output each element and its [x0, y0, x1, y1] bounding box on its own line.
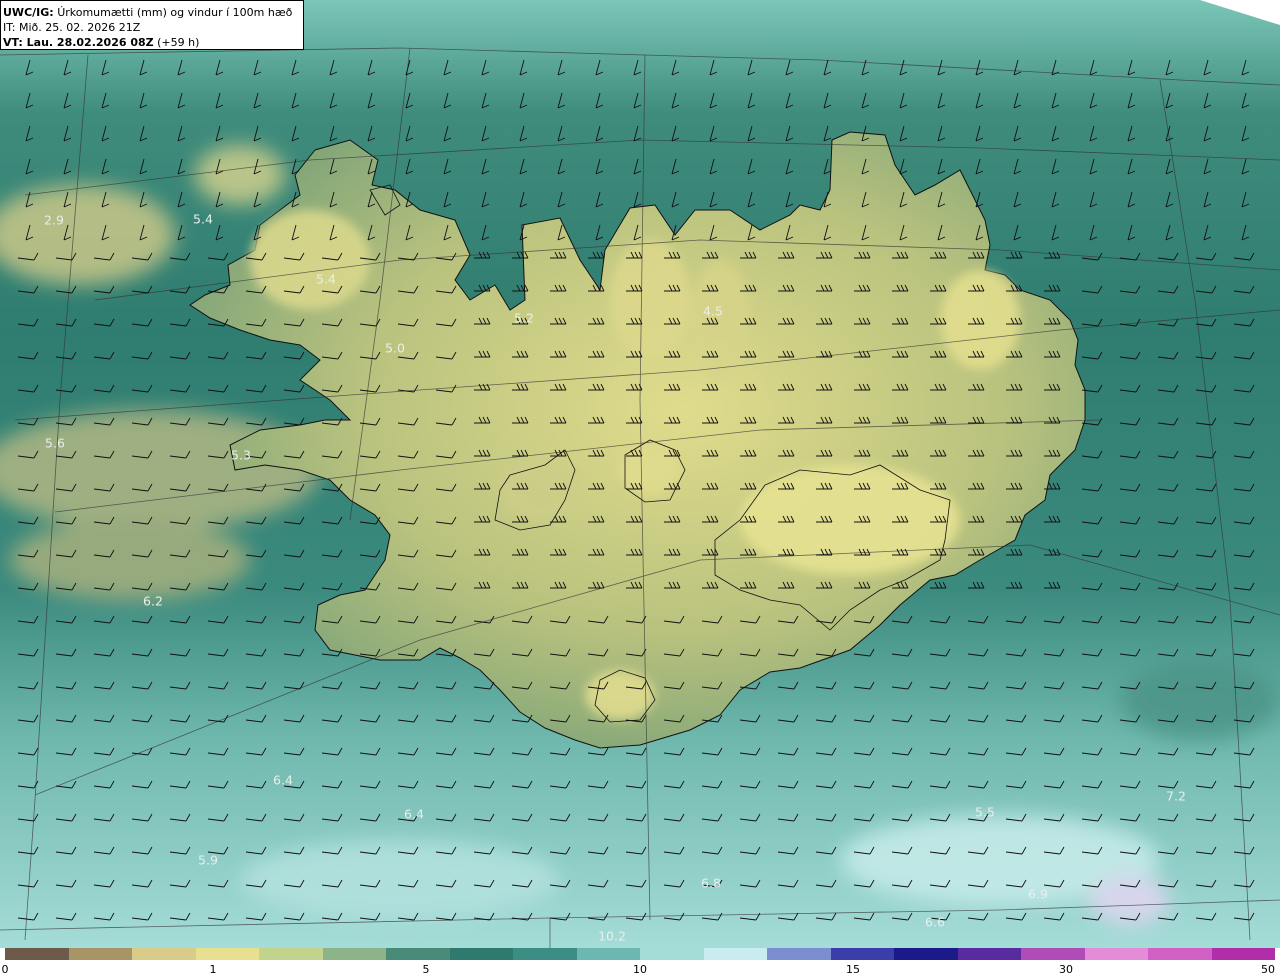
colorbar-tick: 50: [1261, 963, 1275, 976]
precip-value-label: 2.9: [44, 212, 64, 228]
colorbar-segment: [259, 948, 323, 960]
colorbar-tick: 5: [422, 963, 430, 976]
colorbar: 0 1 5 10 15 30 50: [0, 948, 1280, 978]
colorbar-segment: [195, 948, 259, 960]
precip-value-label: 6.4: [404, 806, 424, 822]
colorbar-strip: [5, 948, 1275, 960]
map-info-box: UWC/IG: Úrkomumætti (mm) og vindur í 100…: [0, 0, 304, 50]
colorbar-segment: [894, 948, 958, 960]
precip-value-label: 5.5: [975, 804, 995, 820]
precip-value-label: 6.2: [143, 593, 163, 609]
colorbar-segment: [830, 948, 894, 960]
precip-value-label: 5.4: [193, 211, 213, 227]
precip-value-label: 5.0: [385, 340, 405, 356]
colorbar-segment: [449, 948, 513, 960]
precip-value-label: 5.6: [45, 435, 65, 451]
init-time: IT: Mið. 25. 02. 2026 21Z: [3, 21, 141, 34]
colorbar-segment: [576, 948, 640, 960]
colorbar-segment: [1021, 948, 1085, 960]
precip-value-label: 6.9: [1028, 886, 1048, 902]
colorbar-segment: [1211, 948, 1275, 960]
colorbar-segment: [68, 948, 132, 960]
map-canvas: [0, 0, 1280, 948]
colorbar-segment: [1148, 948, 1212, 960]
valid-time: VT: Lau. 28.02.2026 08Z: [3, 36, 154, 49]
precip-value-label: 7.2: [1166, 788, 1186, 804]
precip-value-label: 5.9: [198, 852, 218, 868]
lead-time: (+59 h): [157, 36, 200, 49]
precip-value-label: 10.2: [598, 928, 626, 944]
precip-value-label: 5.2: [514, 310, 534, 326]
colorbar-segment: [703, 948, 767, 960]
colorbar-tick: 0: [1, 963, 9, 976]
colorbar-segment: [957, 948, 1021, 960]
colorbar-tick: 15: [846, 963, 860, 976]
precip-value-label: 6.6: [925, 914, 945, 930]
colorbar-tick: 1: [209, 963, 217, 976]
colorbar-segment: [1084, 948, 1148, 960]
precip-value-label: 6.8: [701, 875, 721, 891]
precip-value-label: 4.5: [703, 303, 723, 319]
model-name: UWC/IG:: [3, 6, 54, 19]
colorbar-segment: [386, 948, 450, 960]
colorbar-segment: [132, 948, 196, 960]
colorbar-segment: [767, 948, 831, 960]
precip-value-label: 5.3: [231, 447, 251, 463]
colorbar-segment: [322, 948, 386, 960]
precip-value-label: 5.4: [316, 271, 336, 287]
colorbar-segment: [5, 948, 69, 960]
colorbar-segment: [640, 948, 704, 960]
weather-map: 2.9 5.4 5.2 5.0 5.6 6.2 6.4 5.9 6.8 10.2…: [0, 0, 1280, 948]
map-title: Úrkomumætti (mm) og vindur í 100m hæð: [57, 6, 293, 19]
colorbar-tick: 30: [1059, 963, 1073, 976]
precip-value-label: 6.4: [273, 772, 293, 788]
colorbar-tick: 10: [633, 963, 647, 976]
colorbar-segment: [513, 948, 577, 960]
